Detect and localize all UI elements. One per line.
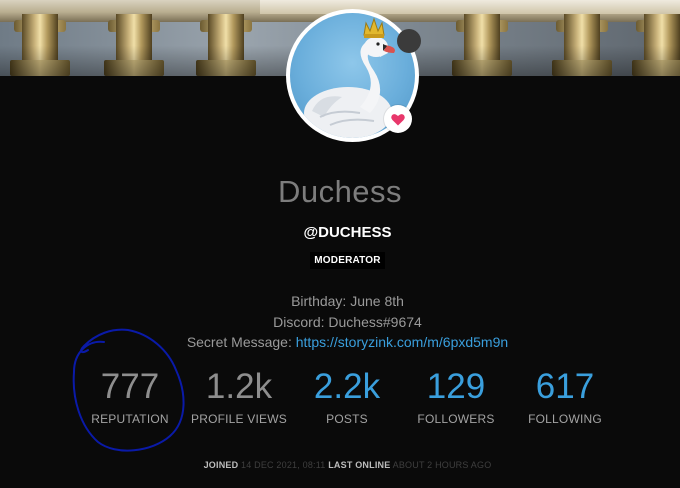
status-indicator [397,29,421,53]
stat-posts[interactable]: 2.2k POSTS [292,364,402,426]
stat-value[interactable]: 2.2k [292,364,402,410]
birthday-field: Birthday: June 8th [291,293,404,309]
stat-label: FOLLOWERS [417,412,495,426]
profile-footer: JOINED 14 DEC 2021, 08:11 LAST ONLINE AB… [0,460,680,470]
display-name: Duchess [277,174,403,209]
stat-followers[interactable]: 129 FOLLOWERS [401,364,511,426]
last-online-label: LAST ONLINE [328,460,391,470]
joined-label: JOINED [203,460,239,470]
joined-value: 14 DEC 2021, 08:11 [241,460,326,470]
secret-message-link[interactable]: https://storyzink.com/m/6pxd5m9n [296,334,508,350]
profile-stats: 777 REPUTATION 1.2k PROFILE VIEWS 2.2k P… [0,364,680,434]
stat-value: 777 [100,367,160,406]
secret-message-field: Secret Message: https://storyzink.com/m/… [0,332,680,353]
stat-following[interactable]: 617 FOLLOWING [510,364,620,426]
stat-label: POSTS [326,412,368,426]
heart-badge[interactable] [384,105,412,133]
discord-field: Discord: Duchess#9674 [273,313,422,330]
stat-value: 1.2k [205,367,273,406]
stat-label: PROFILE VIEWS [191,412,287,426]
stat-reputation: 777 REPUTATION [75,364,185,426]
stat-profile-views: 1.2k PROFILE VIEWS [184,364,294,426]
profile-fields: Birthday: June 8th Discord: Duchess#9674… [0,291,680,353]
user-handle: @DUCHESS [303,224,392,241]
last-online-value: ABOUT 2 HOURS AGO [392,460,492,470]
stat-label: REPUTATION [91,412,169,426]
heart-icon [391,113,405,125]
stat-label: FOLLOWING [528,412,602,426]
secret-message-label: Secret Message: [186,334,296,350]
stat-value[interactable]: 617 [510,364,620,410]
moderator-badge: MODERATOR [310,252,385,269]
stat-value[interactable]: 129 [401,364,511,410]
